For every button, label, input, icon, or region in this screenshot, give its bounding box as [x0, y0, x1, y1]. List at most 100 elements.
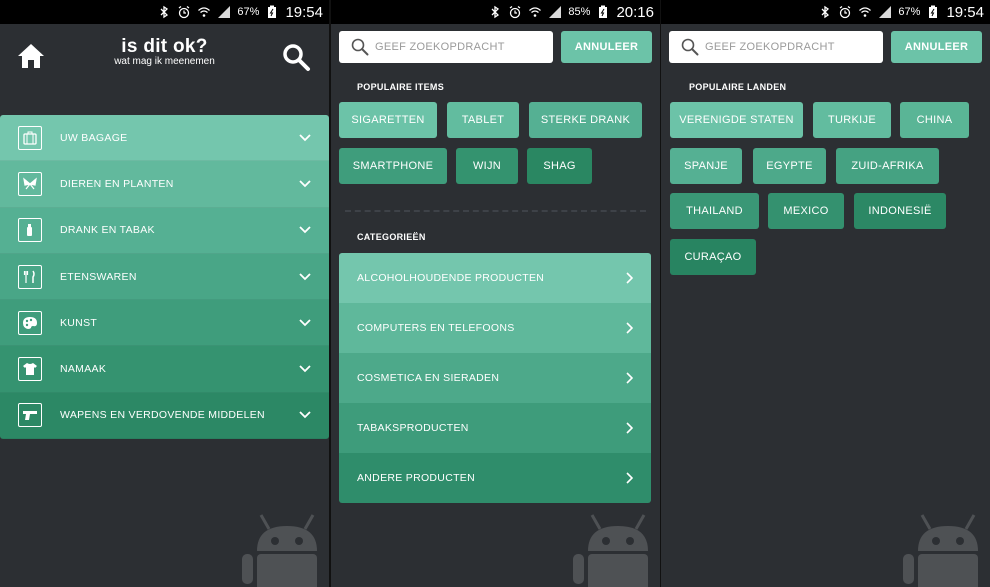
chip-curacao[interactable]: CURAÇAO — [670, 239, 756, 275]
chevron-right-icon — [626, 422, 633, 434]
clock: 20:16 — [616, 3, 654, 21]
app-title: is dit ok? — [121, 36, 208, 57]
signal-icon — [879, 6, 892, 18]
menu-item-label: UW BAGAGE — [60, 131, 128, 144]
chip-thailand[interactable]: THAILAND — [670, 193, 759, 229]
cutlery-icon — [18, 264, 42, 289]
category-item-cosmetica-en-sieraden[interactable]: COSMETICA EN SIERADEN — [339, 353, 651, 403]
signal-icon — [549, 6, 562, 18]
chip-spanje[interactable]: SPANJE — [670, 148, 742, 184]
alarm-icon — [510, 5, 521, 19]
home-screen: 67% 19:54 is dit ok? wat mag ik meenemen… — [0, 0, 329, 587]
menu-item-label: NAMAAK — [60, 363, 107, 376]
chip-zuid-afrika[interactable]: ZUID-AFRIKA — [836, 148, 939, 184]
category-menu: UW BAGAGE DIEREN EN PLANTEN DRANK EN TAB… — [0, 115, 329, 440]
alarm-icon — [179, 5, 190, 19]
app-subtitle: wat mag ik meenemen — [114, 56, 215, 67]
menu-item-uw-bagage[interactable]: UW BAGAGE — [0, 115, 329, 162]
chevron-down-icon — [299, 180, 311, 188]
menu-item-label: KUNST — [60, 316, 98, 329]
section-divider — [345, 210, 646, 212]
category-item-andere-producten[interactable]: ANDERE PRODUCTEN — [339, 453, 651, 503]
battery-percent: 67% — [898, 6, 921, 18]
chevron-down-icon — [299, 319, 311, 327]
bottle-icon — [18, 218, 42, 243]
battery-icon — [929, 5, 938, 18]
chip-indonesie[interactable]: INDONESIË — [854, 193, 946, 229]
chip-wijn[interactable]: WIJN — [456, 148, 518, 184]
status-bar: 85% 20:16 — [331, 0, 660, 24]
clock: 19:54 — [946, 3, 984, 21]
category-item-computers-en-telefoons[interactable]: COMPUTERS EN TELEFOONS — [339, 303, 651, 353]
category-item-alcoholhoudende-producten[interactable]: ALCOHOLHOUDENDE PRODUCTEN — [339, 253, 651, 303]
android-watermark-icon — [573, 514, 648, 587]
category-list: ALCOHOLHOUDENDE PRODUCTEN COMPUTERS EN T… — [339, 253, 651, 503]
alarm-icon — [840, 5, 851, 19]
menu-item-label: DIEREN EN PLANTEN — [60, 177, 174, 190]
chip-turkije[interactable]: TURKIJE — [813, 102, 891, 138]
wifi-icon — [859, 7, 872, 17]
butterfly-icon — [18, 171, 42, 196]
category-label: ANDERE PRODUCTEN — [357, 472, 475, 484]
signal-icon — [218, 6, 231, 18]
app-bar: is dit ok? wat mag ik meenemen — [0, 24, 329, 86]
gun-icon — [18, 403, 42, 428]
status-bar: 67% 19:54 — [0, 0, 329, 24]
chevron-down-icon — [299, 134, 311, 141]
menu-item-wapens-en-verdovende-middelen[interactable]: WAPENS EN VERDOVENDE MIDDELEN — [0, 392, 329, 440]
chip-sterke-drank[interactable]: STERKE DRANK — [529, 102, 642, 138]
menu-item-etenswaren[interactable]: ETENSWAREN — [0, 253, 329, 301]
categories-title: CATEGORIEËN — [357, 232, 426, 242]
search-icon — [351, 38, 369, 56]
clock: 19:54 — [285, 3, 323, 21]
popular-countries-title: POPULAIRE LANDEN — [689, 82, 787, 92]
chip-china[interactable]: CHINA — [900, 102, 969, 138]
cancel-button[interactable]: ANNULEER — [891, 31, 982, 63]
search-icon — [681, 38, 699, 56]
menu-item-label: DRANK EN TABAK — [60, 224, 155, 237]
wifi-icon — [198, 7, 211, 17]
chip-tablet[interactable]: TABLET — [447, 102, 519, 138]
android-watermark-icon — [903, 514, 978, 587]
bluetooth-icon — [160, 5, 169, 19]
category-label: TABAKSPRODUCTEN — [357, 422, 469, 434]
category-label: COMPUTERS EN TELEFOONS — [357, 322, 515, 334]
battery-icon — [268, 5, 277, 18]
luggage-icon — [18, 125, 42, 150]
battery-percent: 67% — [237, 6, 260, 18]
chevron-down-icon — [299, 411, 311, 419]
category-item-tabaksproducten[interactable]: TABAKSPRODUCTEN — [339, 403, 651, 453]
chip-mexico[interactable]: MEXICO — [768, 193, 844, 229]
search-icon[interactable] — [281, 42, 311, 72]
popular-items-title: POPULAIRE ITEMS — [357, 82, 445, 92]
chevron-right-icon — [626, 322, 633, 334]
bluetooth-icon — [821, 5, 830, 19]
palette-icon — [18, 310, 42, 335]
items-search-screen: 85% 20:16 GEEF ZOEKOPDRACHT ANNULEER POP… — [331, 0, 660, 587]
search-placeholder: GEEF ZOEKOPDRACHT — [705, 41, 835, 53]
menu-item-dieren-en-planten[interactable]: DIEREN EN PLANTEN — [0, 161, 329, 208]
search-input[interactable]: GEEF ZOEKOPDRACHT — [669, 31, 883, 63]
search-input[interactable]: GEEF ZOEKOPDRACHT — [339, 31, 553, 63]
battery-percent: 85% — [568, 6, 591, 18]
chip-egypte[interactable]: EGYPTE — [753, 148, 826, 184]
android-watermark-icon — [242, 514, 317, 587]
status-bar: 67% 19:54 — [661, 0, 990, 24]
bluetooth-icon — [491, 5, 500, 19]
menu-item-namaak[interactable]: NAMAAK — [0, 346, 329, 393]
chip-sigaretten[interactable]: SIGARETTEN — [339, 102, 437, 138]
chevron-right-icon — [626, 472, 633, 484]
chevron-down-icon — [299, 272, 311, 280]
chevron-down-icon — [299, 226, 311, 234]
countries-search-screen: 67% 19:54 GEEF ZOEKOPDRACHT ANNULEER POP… — [661, 0, 990, 587]
chip-verenigde-staten[interactable]: VERENIGDE STATEN — [670, 102, 803, 138]
tshirt-icon — [18, 357, 42, 382]
category-label: ALCOHOLHOUDENDE PRODUCTEN — [357, 272, 545, 284]
chip-smartphone[interactable]: SMARTPHONE — [339, 148, 447, 184]
chip-shag[interactable]: SHAG — [527, 148, 592, 184]
cancel-button[interactable]: ANNULEER — [561, 31, 652, 63]
menu-item-drank-en-tabak[interactable]: DRANK EN TABAK — [0, 207, 329, 254]
menu-item-kunst[interactable]: KUNST — [0, 300, 329, 347]
search-placeholder: GEEF ZOEKOPDRACHT — [375, 41, 505, 53]
chevron-down-icon — [299, 365, 311, 373]
